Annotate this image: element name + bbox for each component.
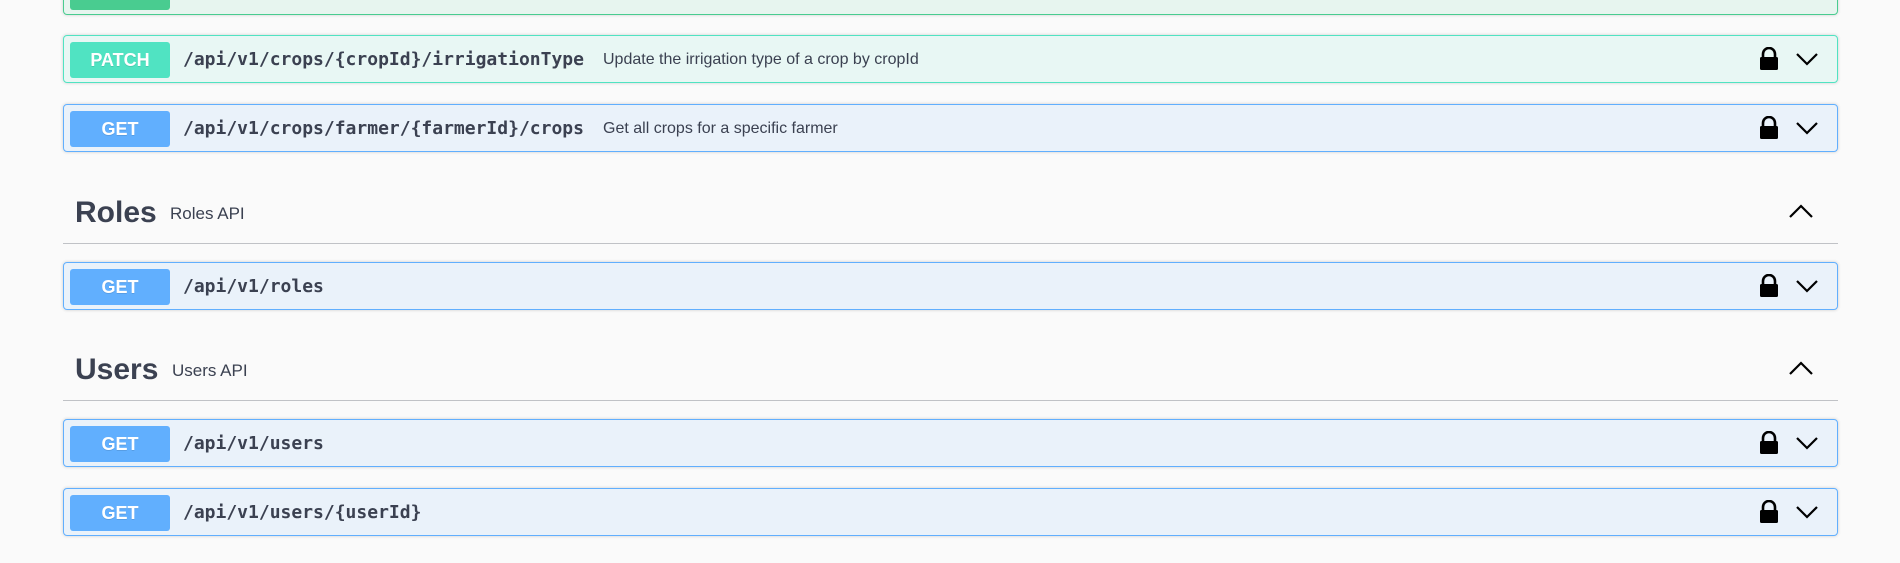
method-badge: GET [70, 426, 170, 462]
operation-get-user-by-id[interactable]: GET /api/v1/users/{userId} [63, 488, 1838, 536]
chevron-up-icon[interactable] [1788, 358, 1814, 380]
lock-icon[interactable] [1758, 500, 1780, 524]
lock-icon[interactable] [1758, 47, 1780, 71]
method-badge: GET [70, 269, 170, 305]
tag-description: Roles API [170, 204, 245, 223]
operation-path: /api/v1/crops/farmer/{farmerId}/crops [183, 118, 584, 139]
operation-post-partial[interactable]: POST [63, 0, 1838, 15]
method-badge: PATCH [70, 42, 170, 78]
chevron-down-icon[interactable] [1795, 276, 1819, 296]
operation-get-users[interactable]: GET /api/v1/users [63, 419, 1838, 467]
method-badge: GET [70, 495, 170, 531]
chevron-down-icon[interactable] [1795, 49, 1819, 69]
lock-icon[interactable] [1758, 116, 1780, 140]
tag-title: Roles [75, 196, 157, 229]
tag-description: Users API [172, 361, 248, 380]
operation-get-roles[interactable]: GET /api/v1/roles [63, 262, 1838, 310]
operation-summary: Update the irrigation type of a crop by … [603, 51, 919, 68]
tag-title: Users [75, 353, 159, 386]
lock-icon[interactable] [1758, 431, 1780, 455]
lock-icon[interactable] [1758, 274, 1780, 298]
operation-path: /api/v1/crops/{cropId}/irrigationType [183, 49, 584, 70]
operation-summary: Get all crops for a specific farmer [603, 120, 838, 137]
operation-path: /api/v1/users [183, 433, 324, 454]
operation-get-farmer-crops[interactable]: GET /api/v1/crops/farmer/{farmerId}/crop… [63, 104, 1838, 152]
tag-section-users[interactable]: Users Users API [63, 340, 1838, 401]
operation-patch-irrigation-type[interactable]: PATCH /api/v1/crops/{cropId}/irrigationT… [63, 35, 1838, 83]
chevron-up-icon[interactable] [1788, 201, 1814, 223]
tag-section-roles[interactable]: Roles Roles API [63, 183, 1838, 244]
operation-path: /api/v1/roles [183, 276, 324, 297]
operation-path: /api/v1/users/{userId} [183, 502, 422, 523]
chevron-down-icon[interactable] [1795, 118, 1819, 138]
chevron-down-icon[interactable] [1795, 433, 1819, 453]
chevron-down-icon[interactable] [1795, 502, 1819, 522]
method-badge: GET [70, 111, 170, 147]
method-badge: POST [70, 0, 170, 10]
